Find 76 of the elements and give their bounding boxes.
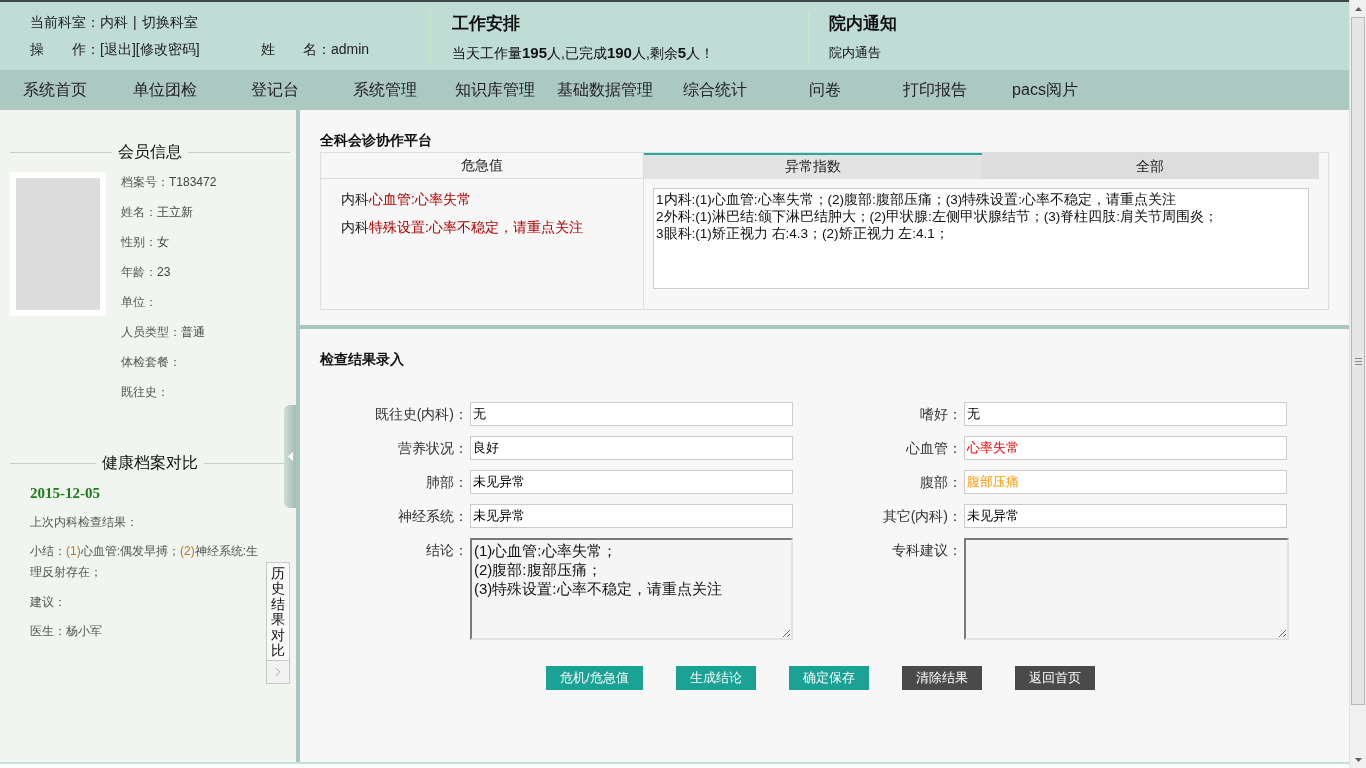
exam-date: 2015-12-05 bbox=[30, 484, 100, 503]
operation-link[interactable]: [退出] bbox=[100, 38, 136, 60]
field-label: 结论： bbox=[426, 541, 468, 560]
separator-text: | bbox=[133, 13, 137, 32]
grip-icon bbox=[1354, 357, 1362, 365]
history-compare-tab[interactable]: 历史结果对比 bbox=[266, 562, 290, 662]
action-button[interactable]: 清除结果 bbox=[901, 666, 982, 690]
field-label: 其它(内科)： bbox=[882, 507, 962, 526]
field-label: 既往史(内科)： bbox=[374, 405, 468, 424]
tab[interactable]: 全部 bbox=[981, 153, 1319, 179]
critical-value-header: 危急值 bbox=[321, 153, 643, 179]
result-entry-title: 检查结果录入 bbox=[320, 350, 404, 369]
last-result-heading: 上次内科检查结果： bbox=[30, 514, 138, 531]
scroll-up-arrow-icon[interactable] bbox=[1354, 6, 1362, 11]
scrollbar-thumb[interactable] bbox=[1351, 17, 1365, 705]
abnormal-index-line: 3眼科:(1)矫正视力 右:4.3；(2)矫正视力 左:4.1； bbox=[656, 225, 950, 242]
field-label: 神经系统： bbox=[398, 507, 468, 526]
notice-link[interactable]: 院内通告 bbox=[829, 42, 881, 64]
consult-platform-title: 全科会诊协作平台 bbox=[320, 131, 433, 150]
input-field[interactable]: 未见异常 bbox=[470, 470, 793, 494]
nav-item[interactable]: 知识库管理 bbox=[440, 70, 550, 110]
input-field[interactable]: 无 bbox=[964, 402, 1287, 426]
member-field: 体检套餐： bbox=[121, 352, 181, 372]
nav-item[interactable]: 系统管理 bbox=[330, 70, 440, 110]
operations-label: 操 作： bbox=[30, 40, 100, 59]
input-field[interactable]: 未见异常 bbox=[964, 504, 1287, 528]
member-field: 既往史： bbox=[121, 382, 169, 402]
member-field: 姓名：王立新 bbox=[121, 202, 193, 222]
abnormal-index-line: 2外科:(1)淋巴结:颌下淋巴结肿大；(2)甲状腺:左侧甲状腺结节；(3)脊柱四肢:肩关节周围炎； bbox=[656, 208, 1219, 225]
field-label: 营养状况： bbox=[398, 439, 468, 458]
nav-item[interactable]: 综合统计 bbox=[660, 70, 770, 110]
collapse-handle[interactable] bbox=[284, 405, 296, 508]
field-label: 肺部： bbox=[426, 473, 468, 492]
field-label: 嗜好： bbox=[920, 405, 962, 424]
abnormal-index-line: 1内科:(1)心血管:心率失常；(2)腹部:腹部压痛；(3)特殊设置:心率不稳定，请重点关注 bbox=[656, 191, 1177, 208]
nav-item[interactable]: 单位团检 bbox=[110, 70, 220, 110]
critical-value-item: 内科心血管:心率失常 bbox=[341, 190, 471, 209]
scrollbar-track[interactable] bbox=[1349, 0, 1366, 768]
caret-left-icon bbox=[287, 452, 293, 461]
input-field[interactable]: 未见异常 bbox=[470, 504, 793, 528]
member-info-title: 会员信息 bbox=[118, 142, 182, 162]
input-field[interactable]: 心率失常 bbox=[964, 436, 1287, 460]
workload-summary: 当天工作量195人,已完成190人,剩余5人！ bbox=[452, 43, 715, 63]
member-field: 人员类型：普通 bbox=[121, 322, 205, 342]
nav-item[interactable]: 问卷 bbox=[770, 70, 880, 110]
switch-department-link[interactable]: 切换科室 bbox=[141, 11, 198, 33]
critical-value-item: 内科特殊设置:心率不稳定，请重点关注 bbox=[341, 218, 583, 237]
member-field: 年龄：23 bbox=[121, 262, 171, 282]
scroll-down-arrow-icon[interactable] bbox=[1354, 757, 1362, 762]
field-label: 腹部： bbox=[920, 473, 962, 492]
member-field: 单位： bbox=[121, 292, 157, 312]
input-field[interactable]: 良好 bbox=[470, 436, 793, 460]
user-name-text: 姓 名：admin bbox=[261, 40, 370, 59]
summary-text: 小结：(1)心血管:偶发早搏；(2)神经系统:生理反射存在； bbox=[30, 543, 260, 581]
current-department-text: 当前科室：内科 bbox=[30, 13, 128, 32]
doctor-text: 医生：杨小军 bbox=[30, 623, 102, 640]
nav-item[interactable]: pacs阅片 bbox=[990, 70, 1100, 110]
member-field: 档案号：T183472 bbox=[121, 172, 217, 192]
field-label: 专科建议： bbox=[892, 541, 962, 560]
member-field: 性别：女 bbox=[121, 232, 169, 252]
input-field[interactable]: 无 bbox=[470, 402, 793, 426]
field-label: 心血管： bbox=[906, 439, 962, 458]
nav-item[interactable]: 登记台 bbox=[220, 70, 330, 110]
health-compare-title: 健康档案对比 bbox=[102, 453, 198, 473]
action-button[interactable]: 返回首页 bbox=[1014, 666, 1095, 690]
advice-text: 建议： bbox=[30, 594, 66, 611]
nav-item[interactable]: 打印报告 bbox=[880, 70, 990, 110]
nav-item[interactable]: 基础数据管理 bbox=[550, 70, 660, 110]
tab[interactable]: 异常指数 bbox=[644, 153, 982, 179]
expand-button[interactable] bbox=[266, 661, 290, 685]
operation-link[interactable]: [修改密码] bbox=[135, 38, 200, 60]
text-area[interactable]: (1)心血管:心率失常； (2)腹部:腹部压痛； (3)特殊设置:心率不稳定，请重点关注 bbox=[470, 538, 793, 640]
text-area[interactable] bbox=[964, 538, 1289, 640]
notice-title: 院内通知 bbox=[829, 13, 897, 35]
nav-item[interactable]: 系统首页 bbox=[0, 70, 110, 110]
work-schedule-title: 工作安排 bbox=[452, 13, 520, 35]
